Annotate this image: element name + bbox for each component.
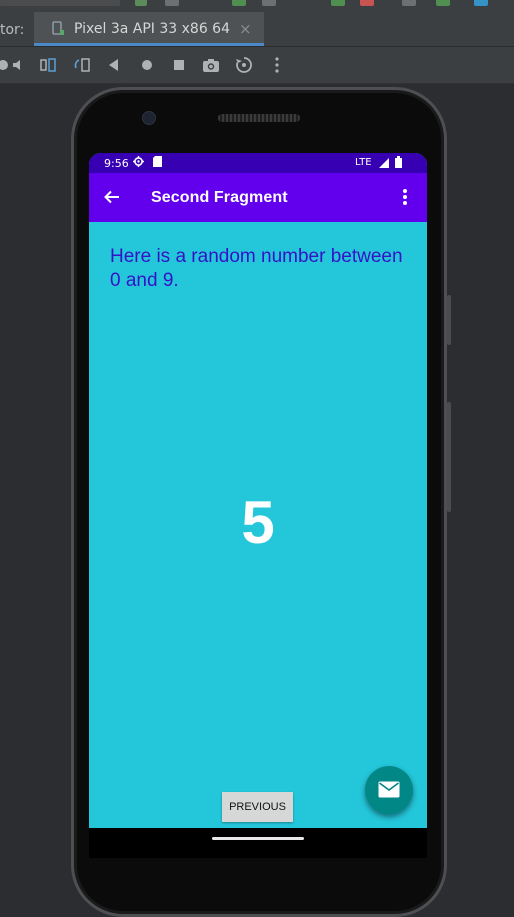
network-type: LTE xyxy=(355,157,372,168)
device-tab[interactable]: Pixel 3a API 33 x86 64 × xyxy=(34,12,264,46)
email-fab[interactable] xyxy=(365,766,413,814)
home-gesture-handle[interactable] xyxy=(212,837,304,840)
random-number-intro: Here is a random number between 0 and 9. xyxy=(110,246,403,291)
close-tab-icon[interactable]: × xyxy=(239,20,252,38)
tool-window-label: tor: xyxy=(0,22,25,38)
back-arrow-icon[interactable] xyxy=(103,188,121,206)
status-time: 9:56 xyxy=(104,157,129,170)
email-icon xyxy=(378,781,400,798)
device-screen[interactable]: 9:56 LTE Second Fragment Here is a rando… xyxy=(89,153,427,828)
navigation-bar xyxy=(89,828,427,858)
device-icon xyxy=(52,21,64,36)
volume-icon[interactable] xyxy=(11,56,29,74)
back-icon[interactable] xyxy=(105,56,123,74)
app-bar-title: Second Fragment xyxy=(151,189,288,206)
device-tab-label: Pixel 3a API 33 x86 64 xyxy=(74,21,230,37)
settings-gear-icon xyxy=(133,156,144,167)
more-icon[interactable] xyxy=(268,56,286,74)
battery-icon xyxy=(395,156,402,168)
power-side-button xyxy=(447,295,451,345)
random-number-value: 5 xyxy=(241,489,275,556)
screenshot-icon[interactable] xyxy=(202,56,220,74)
home-icon[interactable] xyxy=(138,56,156,74)
overview-icon[interactable] xyxy=(170,56,188,74)
ide-top-strip xyxy=(0,0,514,12)
overflow-menu-icon[interactable] xyxy=(402,187,408,207)
emulator-tab-bar: tor: Pixel 3a API 33 x86 64 × xyxy=(0,12,514,47)
previous-button[interactable]: PREVIOUS xyxy=(222,792,293,822)
app-bar: Second Fragment xyxy=(89,173,427,222)
signal-icon xyxy=(379,158,389,168)
sd-card-icon xyxy=(153,156,162,167)
front-camera xyxy=(142,111,156,125)
rotate-left-icon[interactable] xyxy=(39,56,57,74)
status-bar: 9:56 LTE xyxy=(89,153,427,173)
rotate-right-icon[interactable] xyxy=(73,56,91,74)
snapshot-icon[interactable] xyxy=(235,56,253,74)
emulator-toolbar xyxy=(0,47,514,84)
volume-side-button xyxy=(447,402,451,512)
earpiece-speaker xyxy=(218,114,300,122)
